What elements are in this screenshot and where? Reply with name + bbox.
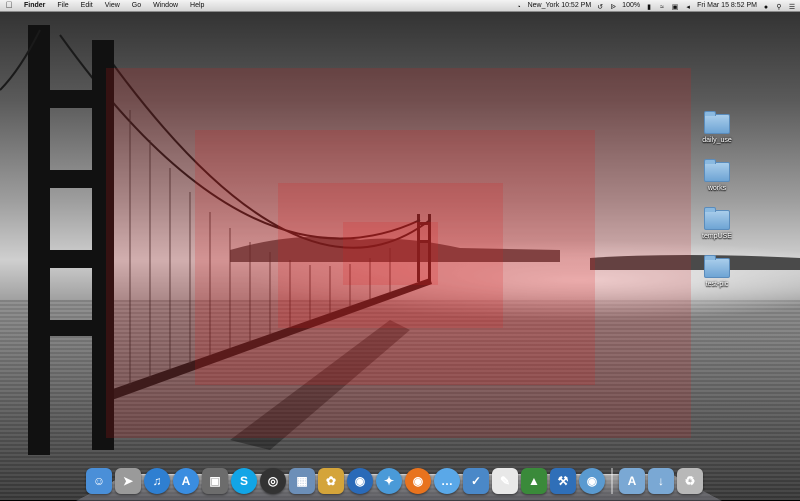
dock-app-store[interactable]: A bbox=[173, 468, 199, 494]
globe-icon: ◉ bbox=[354, 474, 366, 488]
world-clock[interactable]: New_York 10:52 PM bbox=[528, 0, 592, 11]
dock-safari[interactable]: ✦ bbox=[376, 468, 402, 494]
dock-mail[interactable]: ✓ bbox=[463, 468, 489, 494]
folder-icon bbox=[704, 255, 730, 278]
clock[interactable]: Fri Mar 15 8:52 PM bbox=[697, 0, 757, 11]
menu-go[interactable]: Go bbox=[126, 0, 147, 11]
desktop-folder-label: daily_use bbox=[702, 137, 732, 144]
dock-screenshot[interactable]: ▣ bbox=[202, 468, 228, 494]
dock-skype[interactable]: S bbox=[231, 468, 257, 494]
dock-eye-app[interactable]: ◉ bbox=[579, 468, 605, 494]
time-machine-icon[interactable]: ↺ bbox=[596, 2, 604, 11]
dock-launchpad[interactable]: ➤ bbox=[115, 468, 141, 494]
rocket-icon: ➤ bbox=[122, 474, 134, 488]
dock-preview[interactable]: ▦ bbox=[289, 468, 315, 494]
menu-finder[interactable]: Finder bbox=[18, 0, 51, 11]
dock-firefox[interactable]: ◉ bbox=[405, 468, 431, 494]
menu-bar:  Finder File Edit View Go Window Help ◔… bbox=[0, 0, 800, 12]
dock-separator bbox=[611, 468, 613, 494]
battery-icon[interactable]: ▮ bbox=[645, 2, 653, 11]
applications-folder-icon: A bbox=[627, 474, 637, 488]
instruments-icon: ▲ bbox=[528, 474, 540, 488]
dock-dashboard[interactable]: ◎ bbox=[260, 468, 286, 494]
desktop-wallpaper bbox=[0, 0, 800, 500]
trash-icon: ♻ bbox=[684, 474, 696, 488]
keyboard-input-icon[interactable]: ▣ bbox=[671, 2, 679, 11]
eye-icon: ◉ bbox=[586, 474, 598, 488]
notifications-icon[interactable]: ☰ bbox=[788, 2, 796, 11]
skype-icon: S bbox=[239, 474, 248, 488]
desktop-folder-label: works bbox=[707, 185, 727, 192]
dock-trash[interactable]: ♻ bbox=[677, 468, 703, 494]
chat-bubble-icon: … bbox=[441, 474, 453, 488]
screenshot-icon: ▣ bbox=[209, 474, 221, 488]
menu-help[interactable]: Help bbox=[184, 0, 210, 11]
app-store-icon: A bbox=[181, 474, 191, 488]
user-icon[interactable]: ● bbox=[762, 2, 770, 11]
downloads-folder-icon: ↓ bbox=[658, 474, 664, 488]
wifi-icon[interactable]: ≈ bbox=[658, 2, 666, 11]
folder-icon bbox=[704, 111, 730, 134]
bluetooth-icon[interactable]: ᐉ bbox=[609, 2, 617, 11]
dock-finder[interactable]: ☺ bbox=[86, 468, 112, 494]
desktop-folder-works[interactable]: works bbox=[692, 159, 742, 192]
bridge-photo bbox=[0, 25, 800, 455]
firefox-icon: ◉ bbox=[412, 474, 424, 488]
menu-file[interactable]: File bbox=[51, 0, 74, 11]
dock-applications-stack[interactable]: A bbox=[619, 468, 645, 494]
apple-icon[interactable]:  bbox=[0, 0, 18, 11]
menu-window[interactable]: Window bbox=[147, 0, 184, 11]
compass-icon: ✦ bbox=[383, 474, 395, 488]
battery-percentage[interactable]: 100% bbox=[622, 0, 640, 11]
dock-downloads-stack[interactable]: ↓ bbox=[648, 468, 674, 494]
dock-instruments[interactable]: ▲ bbox=[521, 468, 547, 494]
mail-icon: ✓ bbox=[470, 474, 482, 488]
desktop-folder-tempuse[interactable]: tempUSE bbox=[692, 207, 742, 240]
dock-photo-app[interactable]: ✿ bbox=[318, 468, 344, 494]
music-note-icon: ♫ bbox=[152, 474, 162, 488]
photo-icon: ✿ bbox=[325, 474, 337, 488]
menu-view[interactable]: View bbox=[99, 0, 126, 11]
desktop-folder-label: tempUSE bbox=[702, 233, 732, 240]
dock: ☺ ➤ ♫ A ▣ S ◎ ▦ ✿ ◉ ✦ ◉ … ✓ ✎ ▲ ⚒ ◉ A ↓ ♻ bbox=[86, 464, 716, 494]
dock-google-earth[interactable]: ◉ bbox=[347, 468, 373, 494]
desktop-folder-test-pic[interactable]: test-pic bbox=[692, 255, 742, 288]
dock-itunes[interactable]: ♫ bbox=[144, 468, 170, 494]
dock-ichat[interactable]: … bbox=[434, 468, 460, 494]
folder-icon bbox=[704, 207, 730, 230]
spotlight-search-icon[interactable]: ⚲ bbox=[775, 2, 783, 11]
preview-icon: ▦ bbox=[296, 474, 308, 488]
dock-textedit[interactable]: ✎ bbox=[492, 468, 518, 494]
status-area: ◔ New_York 10:52 PM ↺ ᐉ 100% ▮ ≈ ▣ ◂ Fri… bbox=[515, 0, 800, 11]
world-clock-icon[interactable]: ◔ bbox=[515, 2, 523, 11]
dashboard-icon: ◎ bbox=[267, 474, 279, 488]
volume-icon[interactable]: ◂ bbox=[684, 2, 692, 11]
menu-edit[interactable]: Edit bbox=[75, 0, 99, 11]
desktop-folder-daily-use[interactable]: daily_use bbox=[692, 111, 742, 144]
folder-icon bbox=[704, 159, 730, 182]
dock-xcode[interactable]: ⚒ bbox=[550, 468, 576, 494]
document-icon: ✎ bbox=[499, 474, 511, 488]
hammer-icon: ⚒ bbox=[557, 474, 569, 488]
finder-icon: ☺ bbox=[92, 474, 106, 488]
desktop-folder-label: test-pic bbox=[705, 281, 729, 288]
